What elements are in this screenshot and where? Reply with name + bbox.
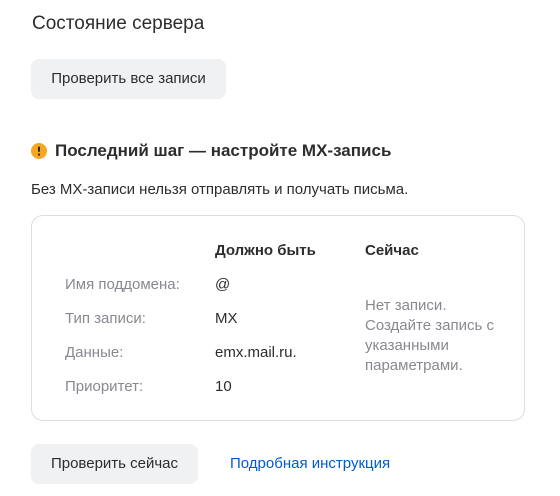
page-title: Состояние сервера [32,13,205,34]
check-now-button[interactable]: Проверить сейчас [31,444,198,484]
record-type-value: MX [215,310,238,327]
subdomain-label: Имя поддомена: [65,276,180,293]
column-header-expected: Должно быть [215,242,316,259]
warning-icon [31,143,47,159]
step-title: Последний шаг — настройте MX-запись [55,141,392,160]
data-label: Данные: [65,344,124,361]
priority-label: Приоритет: [65,378,144,395]
detailed-instructions-link[interactable]: Подробная инструкция [230,454,390,474]
step-description: Без MX-записи нельзя отправлять и получа… [31,181,409,198]
record-type-label: Тип записи: [65,310,146,327]
priority-value: 10 [215,378,232,395]
data-value: emx.mail.ru. [215,344,297,361]
subdomain-value: @ [215,276,231,293]
step-heading: Последний шаг — настройте MX-запись [31,140,391,162]
column-header-current: Сейчас [365,242,419,259]
check-all-records-button[interactable]: Проверить все записи [31,59,226,99]
current-record-status: Нет записи. Создайте запись с указанными… [365,297,494,374]
